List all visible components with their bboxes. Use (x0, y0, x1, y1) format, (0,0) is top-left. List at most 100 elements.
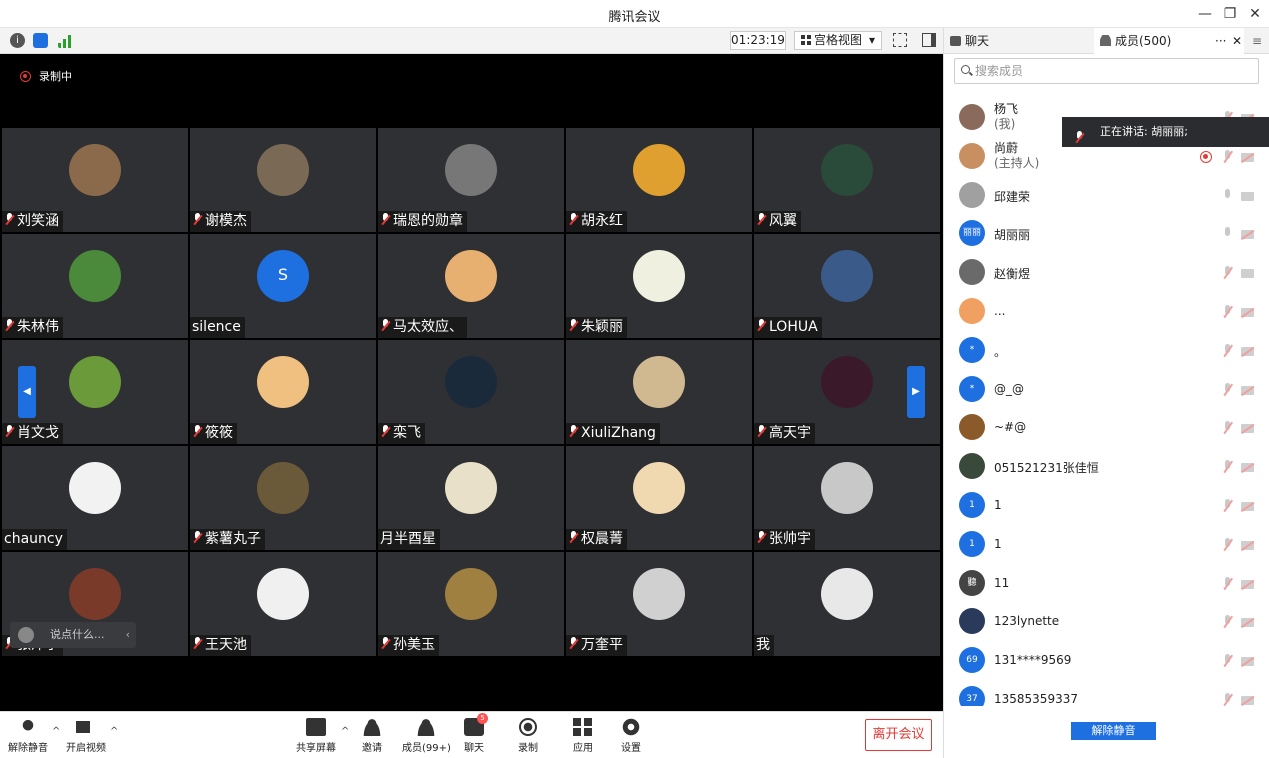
participant-tile[interactable]: chauncy (2, 446, 188, 550)
camera-off-icon[interactable] (1241, 385, 1254, 395)
grid-view-dropdown[interactable]: 宫格视图 ▾ (794, 31, 882, 50)
mic-muted-icon[interactable] (1222, 499, 1234, 513)
security-shield-icon[interactable] (33, 33, 48, 48)
previous-page-button[interactable]: ◀ (18, 366, 36, 418)
camera-off-icon[interactable] (1241, 230, 1254, 240)
member-row[interactable]: 69 131****9569 (944, 643, 1269, 682)
next-page-button[interactable]: ▶ (907, 366, 925, 418)
mic-muted-icon[interactable] (1222, 266, 1234, 280)
participant-tile[interactable]: 胡永红 (566, 128, 752, 232)
record-button[interactable]: 录制 (518, 718, 538, 754)
mic-muted-icon[interactable] (1222, 305, 1234, 319)
member-row[interactable]: 邱建荣 (944, 178, 1269, 217)
mic-muted-icon[interactable] (1222, 654, 1234, 668)
start-video-button[interactable]: 开启视频 (66, 718, 106, 754)
participant-tile[interactable]: 瑞恩的勋章 (378, 128, 564, 232)
video-options-caret[interactable]: ^ (110, 726, 118, 737)
participant-tile[interactable]: 刘笑涵 (2, 128, 188, 232)
chat-button[interactable]: 5 聊天 (464, 713, 488, 754)
mic-muted-icon[interactable] (1222, 537, 1234, 552)
minimize-button[interactable]: — (1195, 4, 1215, 24)
camera-icon[interactable] (1241, 191, 1254, 201)
mic-muted-icon[interactable] (1222, 615, 1234, 629)
mic-muted-icon (568, 637, 579, 650)
mic-icon[interactable] (1222, 188, 1234, 203)
member-row[interactable]: ~#@ (944, 410, 1269, 449)
participant-tile[interactable]: XiuliZhang (566, 340, 752, 444)
mic-muted-icon[interactable] (1222, 343, 1234, 358)
close-window-button[interactable]: ✕ (1245, 4, 1265, 24)
camera-off-icon[interactable] (1241, 424, 1254, 434)
participant-tile[interactable]: 朱颖丽 (566, 234, 752, 338)
mic-muted-icon[interactable] (1222, 382, 1234, 397)
camera-icon[interactable] (1241, 269, 1254, 279)
mic-muted-icon[interactable] (1222, 693, 1234, 706)
member-row[interactable]: 赵衡煜 (944, 255, 1269, 294)
participant-tile[interactable]: 朱林伟 (2, 234, 188, 338)
share-options-caret[interactable]: ^ (341, 726, 349, 737)
mic-icon[interactable] (1222, 227, 1234, 241)
camera-off-icon[interactable] (1241, 579, 1254, 589)
participant-tile[interactable]: 月半酉星 (378, 446, 564, 550)
participant-tile[interactable]: 张帅宇 (754, 446, 940, 550)
participant-tile[interactable]: 权晨菁 (566, 446, 752, 550)
camera-off-icon[interactable] (1241, 618, 1254, 628)
mic-muted-icon[interactable] (1222, 149, 1234, 164)
mic-muted-icon[interactable] (1222, 576, 1234, 591)
tab-chat[interactable]: 聊天 (944, 28, 1094, 54)
collapse-icon[interactable]: ‹ (126, 622, 130, 648)
info-icon[interactable]: i (10, 33, 25, 48)
member-row[interactable]: 123lynette (944, 604, 1269, 643)
camera-off-icon[interactable] (1241, 346, 1254, 356)
camera-off-icon[interactable] (1241, 540, 1254, 550)
mic-muted-icon[interactable] (1222, 421, 1234, 435)
participant-tile[interactable]: 筱筱 (190, 340, 376, 444)
chat-quick-input[interactable]: 说点什么... ‹ (10, 622, 136, 648)
sidebar-toggle-icon[interactable] (922, 33, 936, 47)
camera-off-icon[interactable] (1241, 502, 1254, 511)
apps-button[interactable]: 应用 (573, 718, 593, 754)
participant-tile[interactable]: 王天池 (190, 552, 376, 656)
participant-tile[interactable]: 孙美玉 (378, 552, 564, 656)
participant-tile[interactable]: 我 (754, 552, 940, 656)
participant-tile[interactable]: LOHUA (754, 234, 940, 338)
fullscreen-icon[interactable] (893, 33, 907, 47)
member-row[interactable]: 051521231张佳恒 (944, 449, 1269, 488)
panel-menu-icon[interactable]: ≡ (1252, 28, 1262, 54)
member-row[interactable]: 丽丽 胡丽丽 (944, 216, 1269, 255)
participant-tile[interactable]: Ssilence (190, 234, 376, 338)
member-row[interactable]: ... (944, 294, 1269, 333)
close-panel-icon[interactable]: ✕ (1232, 28, 1242, 54)
settings-button[interactable]: 设置 (621, 718, 641, 754)
member-row[interactable]: * @_@ (944, 372, 1269, 411)
camera-off-icon[interactable] (1241, 152, 1254, 162)
member-row[interactable]: 11 (944, 488, 1269, 527)
search-members-input[interactable]: 搜索成员 (954, 58, 1259, 84)
leave-meeting-button[interactable]: 离开会议 (865, 719, 932, 751)
restore-button[interactable]: ❐ (1220, 4, 1240, 24)
member-row[interactable]: 37 13585359337 (944, 682, 1269, 706)
participant-tile[interactable]: 栾飞 (378, 340, 564, 444)
member-row[interactable]: 聽 11 (944, 566, 1269, 605)
camera-off-icon[interactable] (1241, 657, 1254, 667)
mic-muted-icon[interactable] (1222, 460, 1234, 474)
more-options-icon[interactable]: ··· (1215, 28, 1226, 54)
unmute-button[interactable]: 解除静音 (8, 718, 48, 754)
participant-tile[interactable]: 谢模杰 (190, 128, 376, 232)
participant-tile[interactable]: 紫薯丸子 (190, 446, 376, 550)
audio-options-caret[interactable]: ^ (52, 726, 60, 737)
member-row[interactable]: 11 (944, 527, 1269, 566)
camera-off-icon[interactable] (1241, 696, 1254, 705)
camera-off-icon[interactable] (1241, 308, 1254, 317)
members-button[interactable]: 成员(99+) (402, 718, 451, 754)
participant-tile[interactable]: 马太效应、 (378, 234, 564, 338)
camera-off-icon[interactable] (1241, 463, 1254, 473)
invite-button[interactable]: 邀请 (362, 718, 382, 754)
tab-members[interactable]: 成员(500) ··· ✕ (1094, 28, 1244, 54)
participant-tile[interactable]: 风翼 (754, 128, 940, 232)
unmute-all-button[interactable]: 解除静音 (1071, 722, 1156, 740)
member-row[interactable]: *。 (944, 333, 1269, 372)
share-screen-button[interactable]: 共享屏幕 (296, 718, 336, 754)
participant-tile[interactable]: 万奎平 (566, 552, 752, 656)
signal-strength-icon[interactable] (58, 33, 73, 48)
